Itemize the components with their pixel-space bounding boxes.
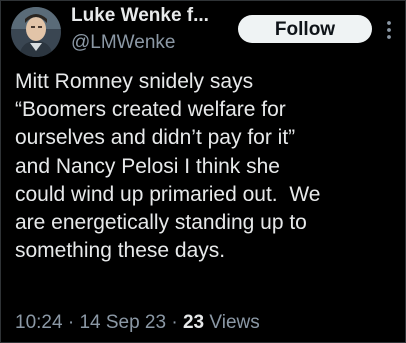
views-label: Views bbox=[209, 312, 260, 333]
tweet-meta: 10:24 · 14 Sep 23 · 23 Views bbox=[15, 312, 260, 334]
views-count: 23 bbox=[182, 312, 205, 333]
author-display-name[interactable]: Luke Wenke f... bbox=[71, 5, 209, 27]
more-vertical-icon[interactable] bbox=[381, 19, 397, 41]
meta-separator: · bbox=[171, 312, 178, 333]
tweet-time[interactable]: 10:24 bbox=[15, 312, 63, 333]
author-handle[interactable]: @LMWenke bbox=[71, 32, 175, 54]
tweet-date[interactable]: 14 Sep 23 bbox=[79, 312, 166, 333]
tweet-card: Luke Wenke f... @LMWenke Follow Mitt Rom… bbox=[0, 0, 406, 343]
user-avatar-icon bbox=[11, 7, 61, 57]
follow-button[interactable]: Follow bbox=[238, 15, 372, 43]
tweet-text: Mitt Romney snidely says “Boomers create… bbox=[15, 70, 321, 263]
meta-separator: · bbox=[67, 312, 75, 333]
author-avatar[interactable] bbox=[11, 7, 61, 57]
more-vertical-icon-svg bbox=[387, 21, 391, 39]
